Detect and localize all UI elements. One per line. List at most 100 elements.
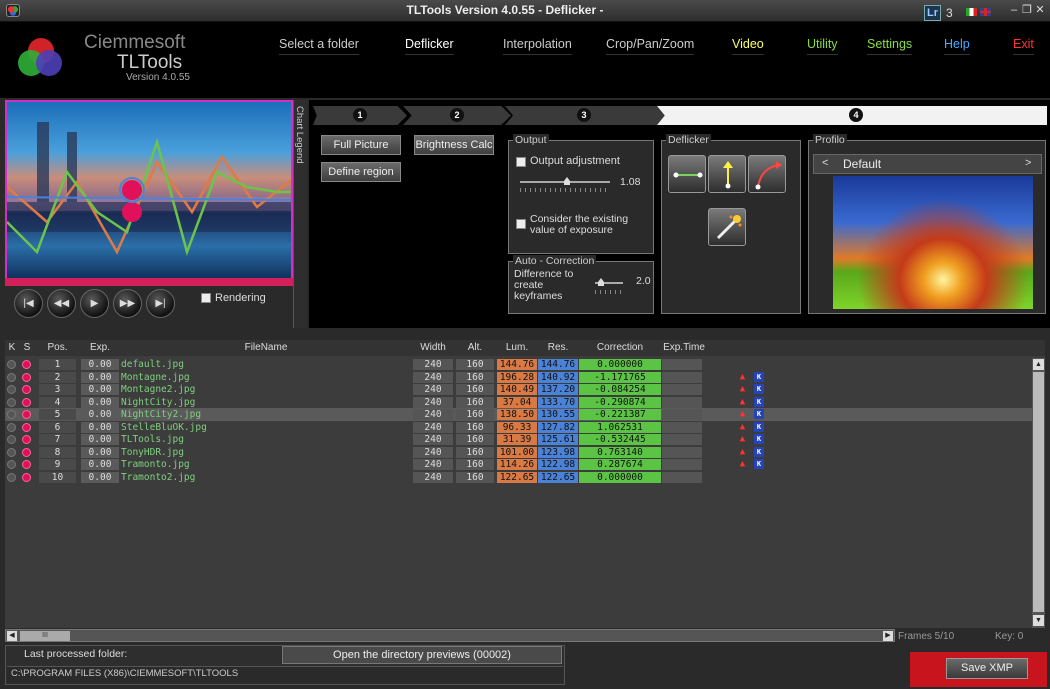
cell-exp[interactable]: 0.00 xyxy=(81,446,119,458)
selected-indicator[interactable] xyxy=(22,397,31,407)
cell-exp[interactable]: 0.00 xyxy=(81,359,119,370)
horizontal-scroll-thumb[interactable]: III xyxy=(20,631,70,641)
table-row[interactable]: 2 0.00 Montagne.jpg 240 160 196.28 140.92 -1.17… xyxy=(5,371,1032,384)
nav-select-folder[interactable]: Select a folder xyxy=(279,37,359,55)
step-2-tab[interactable]: 2 xyxy=(403,106,511,125)
last-frame-button[interactable]: ▶| xyxy=(146,289,175,318)
table-row[interactable]: 8 0.00 TonyHDR.jpg 240 160 101.00 123.98 0.7631… xyxy=(5,446,1032,459)
deflicker-linear-button[interactable] xyxy=(668,155,706,193)
table-row[interactable]: 10 0.00 Tramonto2.jpg 240 160 122.65 122.65 0.0… xyxy=(5,471,1032,484)
keyframe-icon[interactable]: K xyxy=(754,384,764,394)
output-adjustment-checkbox[interactable] xyxy=(516,157,526,167)
col-pos[interactable]: Pos. xyxy=(39,342,76,353)
keyframe-indicator[interactable] xyxy=(7,422,16,432)
table-row[interactable]: 5 0.00 NightCity2.jpg 240 160 138.50 130.55 -0.… xyxy=(5,408,1032,421)
lightroom-icon[interactable]: Lr xyxy=(924,5,941,21)
scroll-right-arrow-icon[interactable]: ▶ xyxy=(883,631,893,641)
nav-deflicker[interactable]: Deflicker xyxy=(405,37,454,55)
col-lum[interactable]: Lum. xyxy=(497,342,537,353)
scroll-up-arrow-icon[interactable]: ▲ xyxy=(1033,359,1044,370)
english-flag-icon[interactable] xyxy=(980,8,991,16)
selected-indicator[interactable] xyxy=(22,360,31,369)
fast-forward-button[interactable]: ▶▶ xyxy=(113,289,142,318)
keyframe-indicator[interactable] xyxy=(7,447,16,457)
col-s[interactable]: S xyxy=(22,342,32,353)
image-preview[interactable] xyxy=(5,100,293,284)
cell-exp[interactable]: 0.00 xyxy=(81,396,119,408)
play-button[interactable]: ▶ xyxy=(80,289,109,318)
col-width[interactable]: Width xyxy=(413,342,453,353)
col-filename[interactable]: FileName xyxy=(121,342,411,353)
nav-help[interactable]: Help xyxy=(944,37,970,55)
horizontal-scrollbar[interactable]: ◀ III ▶ xyxy=(5,629,895,642)
table-row[interactable]: 4 0.00 NightCity.jpg 240 160 37.04 133.70 -0.29… xyxy=(5,396,1032,409)
define-region-button[interactable]: Define region xyxy=(321,162,401,182)
selected-indicator[interactable] xyxy=(22,460,31,469)
profile-next-button[interactable]: > xyxy=(1025,157,1031,169)
keyframe-icon[interactable]: K xyxy=(754,459,764,469)
keyframe-indicator[interactable] xyxy=(7,435,16,444)
keyframe-indicator[interactable] xyxy=(7,410,16,419)
selected-indicator[interactable] xyxy=(22,410,31,419)
selected-indicator[interactable] xyxy=(22,435,31,444)
nav-interpolation[interactable]: Interpolation xyxy=(503,37,572,55)
preview-timeline-bar[interactable] xyxy=(5,278,293,286)
col-alt[interactable]: Alt. xyxy=(456,342,494,353)
keyframe-icon[interactable]: K xyxy=(754,434,764,444)
keyframe-icon[interactable]: K xyxy=(754,446,764,457)
minimize-button[interactable]: – xyxy=(1008,4,1020,17)
table-row[interactable]: 6 0.00 StelleBluOK.jpg 240 160 96.33 127.82 1.0… xyxy=(5,421,1032,434)
col-res[interactable]: Res. xyxy=(538,342,578,353)
col-exp-time[interactable]: Exp.Time xyxy=(662,342,706,353)
keyframe-indicator[interactable] xyxy=(7,472,16,482)
deflicker-curve-button[interactable] xyxy=(748,155,786,193)
keyframe-icon[interactable]: K xyxy=(754,421,764,432)
full-picture-button[interactable]: Full Picture xyxy=(321,135,401,155)
chart-legend-tab[interactable]: Chart Legend xyxy=(293,100,307,328)
nav-crop-pan-zoom[interactable]: Crop/Pan/Zoom xyxy=(606,37,695,55)
selected-indicator[interactable] xyxy=(22,422,31,432)
brightness-calc-button[interactable]: Brightness Calc xyxy=(414,135,494,155)
profile-prev-button[interactable]: < xyxy=(822,157,828,169)
deflicker-up-arrow-button[interactable] xyxy=(708,155,746,193)
keyframe-indicator[interactable] xyxy=(7,372,16,382)
cell-exp[interactable]: 0.00 xyxy=(81,384,119,395)
selected-indicator[interactable] xyxy=(22,372,31,382)
selected-indicator[interactable] xyxy=(22,447,31,457)
nav-exit[interactable]: Exit xyxy=(1013,37,1034,55)
table-row[interactable]: 7 0.00 TLTools.jpg 240 160 31.39 125.61 -0.5324… xyxy=(5,433,1032,446)
nav-video[interactable]: Video xyxy=(732,37,764,55)
keyframe-icon[interactable]: K xyxy=(754,409,764,419)
table-row[interactable]: 9 0.00 Tramonto.jpg 240 160 114.26 122.98 0.287… xyxy=(5,458,1032,471)
selected-indicator[interactable] xyxy=(22,472,31,482)
first-frame-button[interactable]: |◀ xyxy=(14,289,43,318)
keyframe-indicator[interactable] xyxy=(7,360,16,369)
cell-exp[interactable]: 0.00 xyxy=(81,409,119,420)
nav-settings[interactable]: Settings xyxy=(867,37,913,55)
selected-indicator[interactable] xyxy=(22,385,31,394)
col-k[interactable]: K xyxy=(7,342,17,353)
scroll-left-arrow-icon[interactable]: ◀ xyxy=(7,631,17,641)
open-previews-button[interactable]: Open the directory previews (00002) xyxy=(282,646,562,664)
col-exp[interactable]: Exp. xyxy=(81,342,119,353)
save-xmp-button[interactable]: Save XMP xyxy=(946,658,1028,679)
table-row[interactable]: 1 0.00 default.jpg 240 160 144.76 144.76 0.0000… xyxy=(5,358,1032,371)
rendering-checkbox[interactable] xyxy=(201,293,211,303)
step-3-tab[interactable]: 3 xyxy=(505,106,665,125)
nav-utility[interactable]: Utility xyxy=(807,37,838,55)
italian-flag-icon[interactable] xyxy=(966,8,977,16)
keyframe-icon[interactable]: K xyxy=(754,396,764,407)
cell-exp[interactable]: 0.00 xyxy=(81,371,119,383)
step-4-tab[interactable]: 4 xyxy=(657,106,1047,125)
restore-button[interactable]: ❐ xyxy=(1021,4,1033,17)
keyframe-indicator[interactable] xyxy=(7,397,16,407)
keyframe-indicator[interactable] xyxy=(7,385,16,394)
magic-wand-button[interactable] xyxy=(708,208,746,246)
cell-exp[interactable]: 0.00 xyxy=(81,471,119,483)
close-button[interactable]: ✕ xyxy=(1034,4,1046,17)
cell-exp[interactable]: 0.00 xyxy=(81,459,119,470)
vertical-scrollbar[interactable]: ▲ ▼ xyxy=(1032,358,1045,628)
exposure-checkbox[interactable] xyxy=(516,219,526,229)
keyframe-icon[interactable]: K xyxy=(754,371,764,382)
cell-exp[interactable]: 0.00 xyxy=(81,434,119,445)
